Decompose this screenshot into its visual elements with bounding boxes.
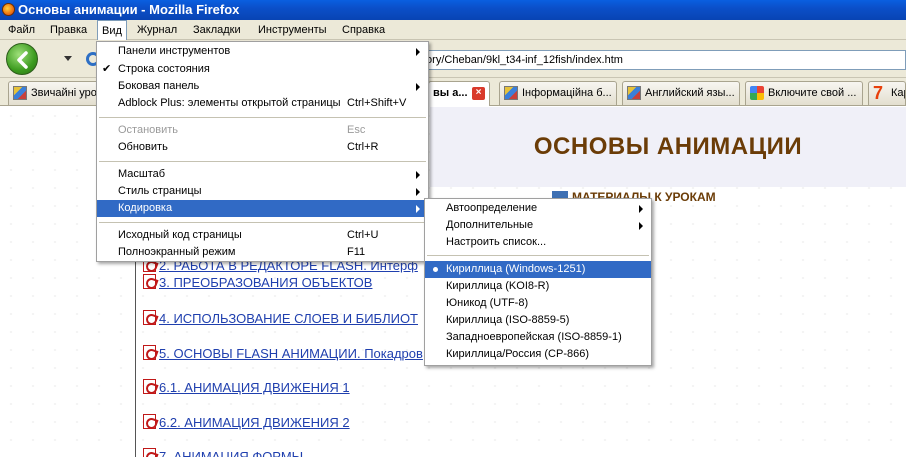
menu-item-fullscreen[interactable]: Полноэкранный режим F11 — [97, 244, 428, 261]
pdf-icon — [143, 448, 156, 457]
shortcut: Ctrl+R — [347, 141, 379, 153]
menu-bookmarks[interactable]: Закладки — [189, 20, 245, 40]
tab-5[interactable]: Включите свой ... — [745, 81, 863, 105]
menu-item-page-source[interactable]: Исходный код страницы Ctrl+U — [97, 227, 428, 244]
menu-view[interactable]: Вид — [97, 20, 127, 40]
menu-item-utf-8[interactable]: Юникод (UTF-8) — [425, 295, 651, 312]
submenu-arrow-icon — [416, 83, 420, 91]
shortcut: Esc — [347, 124, 366, 136]
menu-item-toolbars[interactable]: Панели инструментов — [97, 43, 428, 60]
menu-item-stop: Остановить Esc — [97, 122, 428, 139]
google-icon — [750, 86, 764, 100]
back-button[interactable] — [6, 43, 38, 75]
tab-label: Кар — [891, 87, 905, 99]
view-menu: Панели инструментов ✔ Строка состояния Бо… — [96, 41, 429, 262]
tab-2-active[interactable]: вы а... × — [428, 81, 490, 106]
submenu-arrow-icon — [416, 171, 420, 179]
lesson-link-3[interactable]: 3. ПРЕОБРАЗОВАНИЯ ОБЪЕКТОВ — [143, 274, 372, 290]
pdf-icon — [143, 310, 156, 325]
shortcut: Ctrl+U — [347, 229, 379, 241]
menubar: Файл Правка Вид Журнал Закладки Инструме… — [0, 20, 906, 40]
submenu-arrow-icon — [416, 188, 420, 196]
menu-item-cp-866[interactable]: Кириллица/Россия (CP-866) — [425, 346, 651, 363]
paint-icon — [504, 86, 518, 100]
menu-item-autodetect[interactable]: Автоопределение — [425, 200, 651, 217]
menu-item-more-encodings[interactable]: Дополнительные — [425, 217, 651, 234]
menu-item-zoom[interactable]: Масштаб — [97, 166, 428, 183]
tab-3[interactable]: Інформаційна б... — [499, 81, 617, 105]
menu-history[interactable]: Журнал — [133, 20, 181, 40]
menu-separator — [427, 255, 649, 256]
menu-item-encoding[interactable]: Кодировка — [97, 200, 428, 217]
menu-item-customize-list[interactable]: Настроить список... — [425, 234, 651, 251]
submenu-arrow-icon — [416, 205, 420, 213]
pdf-icon — [143, 345, 156, 360]
paint-icon — [627, 86, 641, 100]
menu-item-iso-8859-5[interactable]: Кириллица (ISO-8859-5) — [425, 312, 651, 329]
paint-icon — [13, 86, 27, 100]
tab-label: вы а... — [433, 87, 468, 99]
tab-label: Английский язы... — [645, 87, 735, 99]
menu-item-reload[interactable]: Обновить Ctrl+R — [97, 139, 428, 156]
pdf-icon — [143, 274, 156, 289]
firefox-logo-icon — [2, 3, 15, 16]
tab-4[interactable]: Английский язы... — [622, 81, 740, 105]
pdf-icon — [143, 414, 156, 429]
back-arrow-icon — [17, 51, 28, 69]
url-input[interactable]: tory/Cheban/9kl_t34-inf_12fish/index.htm — [420, 50, 906, 70]
menu-separator — [99, 161, 426, 162]
lesson-link-6-2[interactable]: 6.2. АНИМАЦИЯ ДВИЖЕНИЯ 2 — [143, 414, 350, 430]
shortcut: F11 — [347, 246, 366, 258]
tab-label: Інформаційна б... — [522, 87, 612, 99]
menu-separator — [99, 222, 426, 223]
window-titlebar: Основы анимации - Mozilla Firefox — [0, 0, 906, 20]
menu-item-koi8-r[interactable]: Кириллица (KOI8-R) — [425, 278, 651, 295]
seven-icon: 7 — [873, 83, 884, 103]
tab-label: Звичайні уро — [31, 87, 97, 99]
menu-item-iso-8859-1[interactable]: Западноевропейская (ISO-8859-1) — [425, 329, 651, 346]
window-title: Основы анимации - Mozilla Firefox — [18, 2, 240, 17]
lesson-link-6-1[interactable]: 6.1. АНИМАЦИЯ ДВИЖЕНИЯ 1 — [143, 379, 350, 395]
menu-item-status-bar[interactable]: ✔ Строка состояния — [97, 61, 428, 78]
tab-1[interactable]: Звичайні уро — [8, 81, 108, 105]
radio-bullet-icon — [433, 267, 438, 272]
menu-item-sidebar[interactable]: Боковая панель — [97, 78, 428, 95]
menu-edit[interactable]: Правка — [46, 20, 91, 40]
menu-separator — [99, 117, 426, 118]
tab-label: Включите свой ... — [768, 87, 857, 99]
close-tab-icon[interactable]: × — [472, 87, 485, 100]
menu-item-page-style[interactable]: Стиль страницы — [97, 183, 428, 200]
checkmark-icon: ✔ — [102, 63, 112, 75]
menu-tools[interactable]: Инструменты — [254, 20, 331, 40]
page-title: ОСНОВЫ АНИМАЦИИ — [533, 133, 803, 160]
menu-item-windows-1251[interactable]: Кириллица (Windows-1251) — [425, 261, 651, 278]
history-dropdown-icon[interactable] — [64, 56, 72, 61]
encoding-submenu: Автоопределение Дополнительные Настроить… — [424, 198, 652, 366]
tab-6[interactable]: 7 Кар — [868, 81, 906, 105]
pdf-icon — [143, 379, 156, 394]
menu-help[interactable]: Справка — [338, 20, 389, 40]
submenu-arrow-icon — [639, 205, 643, 213]
submenu-arrow-icon — [639, 222, 643, 230]
shortcut: Ctrl+Shift+V — [347, 97, 407, 109]
lesson-link-5[interactable]: 5. ОСНОВЫ FLASH АНИМАЦИИ. Покадров — [143, 345, 423, 361]
lesson-link-4[interactable]: 4. ИСПОЛЬЗОВАНИЕ СЛОЕВ И БИБЛИОТ — [143, 310, 418, 326]
menu-item-adblock[interactable]: Adblock Plus: элементы открытой страницы… — [97, 95, 428, 112]
submenu-arrow-icon — [416, 48, 420, 56]
lesson-link-7[interactable]: 7. АНИМАЦИЯ ФОРМЫ — [143, 448, 303, 457]
menu-file[interactable]: Файл — [4, 20, 39, 40]
